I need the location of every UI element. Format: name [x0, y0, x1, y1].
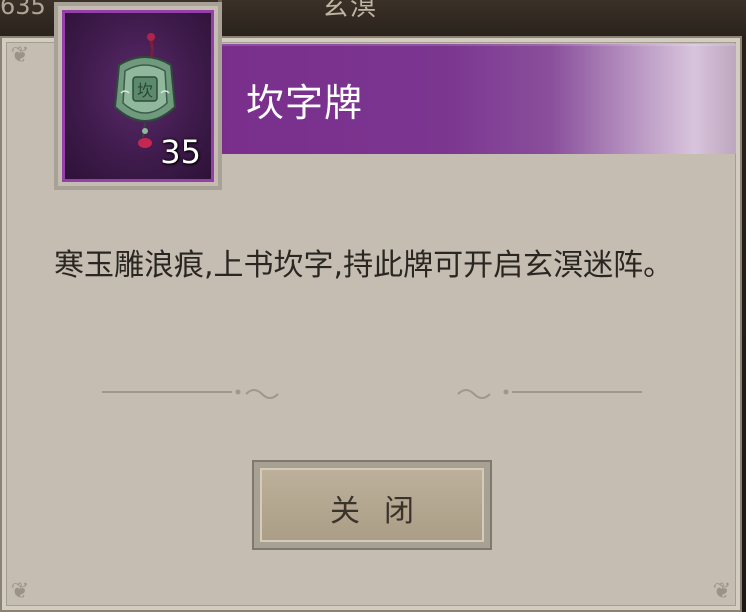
item-count: 35: [160, 133, 201, 171]
close-button[interactable]: 关闭: [252, 460, 492, 550]
item-info-dialog: ❦ ❦ ❦ ❦ 坎字牌 坎: [0, 2, 742, 612]
corner-ornament-icon: ❦: [10, 579, 30, 604]
item-slot: 坎 35: [54, 2, 222, 190]
game-screen: 635 玄溟 ❦ ❦ ❦ ❦ 坎字牌 坎: [0, 0, 746, 612]
item-name: 坎字牌: [246, 81, 364, 125]
hud-title: 玄溟: [322, 0, 379, 22]
corner-ornament-icon: ❦: [10, 43, 30, 68]
close-button-label: 关闭: [330, 494, 438, 529]
item-description: 寒玉雕浪痕,上书坎字,持此牌可开启玄溟迷阵。: [54, 248, 674, 283]
item-icon-background: 坎 35: [62, 10, 214, 182]
ornamental-divider: [102, 389, 642, 399]
hud-resource-count: 635: [0, 0, 46, 20]
corner-ornament-icon: ❦: [712, 579, 732, 604]
svg-text:坎: 坎: [137, 81, 153, 100]
